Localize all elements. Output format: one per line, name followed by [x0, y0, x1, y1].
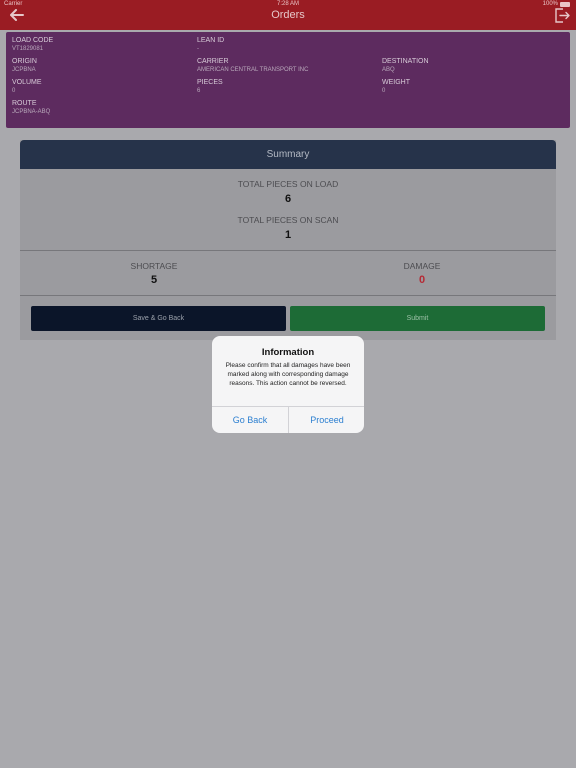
proceed-button[interactable]: Proceed — [289, 407, 364, 433]
route-field: ROUTE JCPBNA-ABQ — [12, 100, 50, 115]
status-bar: Carrier 7:28 AM 100% — [0, 0, 576, 9]
lean-id-label: LEAN ID — [197, 37, 225, 44]
pieces-value: 6 — [197, 88, 201, 94]
summary-divider-bottom — [20, 295, 556, 296]
save-go-back-button[interactable]: Save & Go Back — [31, 306, 286, 331]
page-title: Orders — [271, 9, 305, 21]
dialog-message: Please confirm that all damages have bee… — [225, 362, 351, 387]
origin-label: ORIGIN — [12, 58, 37, 65]
status-time: 7:28 AM — [276, 1, 299, 7]
summary-divider — [20, 250, 556, 251]
weight-field: WEIGHT 0 — [382, 79, 410, 94]
damage-value: 0 — [418, 274, 426, 286]
logout-icon — [555, 8, 570, 23]
load-code-label: LOAD CODE — [12, 37, 54, 44]
battery-icon — [560, 1, 570, 7]
battery-indicator: 100% — [543, 1, 570, 7]
volume-label: VOLUME — [12, 79, 42, 86]
pieces-label: PIECES — [197, 79, 223, 86]
destination-value: ABQ — [382, 67, 395, 73]
pieces-field: PIECES 6 — [197, 79, 223, 94]
weight-label: WEIGHT — [382, 79, 410, 86]
summary-header: Summary — [20, 140, 556, 169]
destination-label: DESTINATION — [382, 58, 429, 65]
submit-button[interactable]: Submit — [290, 306, 545, 331]
information-dialog: Information Please confirm that all dama… — [212, 336, 364, 433]
total-on-load-label: TOTAL PIECES ON LOAD — [237, 179, 339, 189]
lean-id-field: LEAN ID - — [197, 37, 224, 52]
logout-button[interactable] — [554, 8, 570, 23]
carrier-field: CARRIER AMERICAN CENTRAL TRANSPORT INC — [197, 58, 308, 73]
battery-percent: 100% — [542, 1, 558, 7]
shortage-value: 5 — [150, 274, 158, 286]
carrier-label: CARRIER — [197, 58, 229, 65]
damage-label: DAMAGE — [403, 261, 441, 271]
volume-value: 0 — [12, 88, 16, 94]
destination-field: DESTINATION ABQ — [382, 58, 429, 73]
load-code-field: LOAD CODE VT1829081 — [12, 37, 53, 52]
load-info-card: LOAD CODE VT1829081 LEAN ID - ORIGIN JCP… — [6, 32, 570, 128]
total-on-scan-label: TOTAL PIECES ON SCAN — [237, 215, 339, 225]
dialog-title: Information — [261, 347, 315, 358]
route-value: JCPBNA-ABQ — [12, 109, 51, 115]
route-label: ROUTE — [12, 100, 37, 107]
total-on-scan-value: 1 — [284, 229, 292, 241]
origin-field: ORIGIN JCPBNA — [12, 58, 37, 73]
carrier-value: AMERICAN CENTRAL TRANSPORT INC — [197, 67, 309, 73]
go-back-button[interactable]: Go Back — [212, 407, 288, 433]
lean-id-value: - — [197, 46, 199, 52]
origin-value: JCPBNA — [12, 67, 36, 73]
total-on-load-value: 6 — [284, 193, 292, 205]
volume-field: VOLUME 0 — [12, 79, 42, 94]
shortage-label: SHORTAGE — [130, 261, 178, 271]
summary-panel: Summary TOTAL PIECES ON LOAD 6 TOTAL PIE… — [20, 140, 556, 340]
weight-value: 0 — [382, 88, 386, 94]
load-code-value: VT1829081 — [12, 46, 44, 52]
top-navigation-bar: Carrier 7:28 AM 100% Orders — [0, 0, 576, 30]
